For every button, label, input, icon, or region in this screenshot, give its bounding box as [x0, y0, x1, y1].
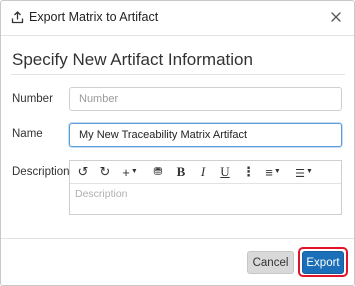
align-icon[interactable]: ≡▼ [262, 163, 284, 181]
more-icon[interactable]: ⋮ [242, 163, 255, 181]
dialog-title: Export Matrix to Artifact [29, 10, 159, 24]
export-icon [11, 11, 24, 24]
number-label: Number [12, 93, 53, 105]
number-field[interactable]: Number [69, 87, 342, 111]
undo-icon[interactable]: ↺ [75, 163, 91, 181]
name-field[interactable]: My New Traceability Matrix Artifact [69, 123, 342, 147]
cancel-button[interactable]: Cancel [247, 251, 294, 274]
dialog-titlebar: Export Matrix to Artifact [1, 1, 354, 36]
italic-icon[interactable]: I [197, 163, 209, 181]
description-editor[interactable]: ↺ ↻ +▼ ⛃ B I U ⋮ ≡▼ ☰▼ Description [69, 160, 342, 215]
number-placeholder: Number [79, 93, 119, 105]
redo-icon[interactable]: ↻ [97, 163, 113, 181]
description-label: Description [12, 166, 70, 178]
name-label: Name [12, 128, 43, 140]
close-icon[interactable] [328, 9, 344, 25]
export-dialog: Export Matrix to Artifact Specify New Ar… [0, 0, 355, 286]
editor-toolbar: ↺ ↻ +▼ ⛃ B I U ⋮ ≡▼ ☰▼ [70, 161, 341, 184]
footer-divider [1, 238, 354, 239]
bold-icon[interactable]: B [174, 163, 188, 181]
name-value: My New Traceability Matrix Artifact [79, 129, 248, 141]
stamp-icon[interactable]: ⛃ [150, 163, 166, 181]
export-button[interactable]: Export [302, 251, 344, 274]
heading-divider [11, 74, 345, 75]
form-heading: Specify New Artifact Information [12, 50, 253, 69]
underline-icon[interactable]: U [218, 163, 232, 181]
list-icon[interactable]: ☰▼ [293, 163, 315, 181]
insert-icon[interactable]: +▼ [119, 163, 141, 181]
description-placeholder: Description [75, 188, 128, 200]
